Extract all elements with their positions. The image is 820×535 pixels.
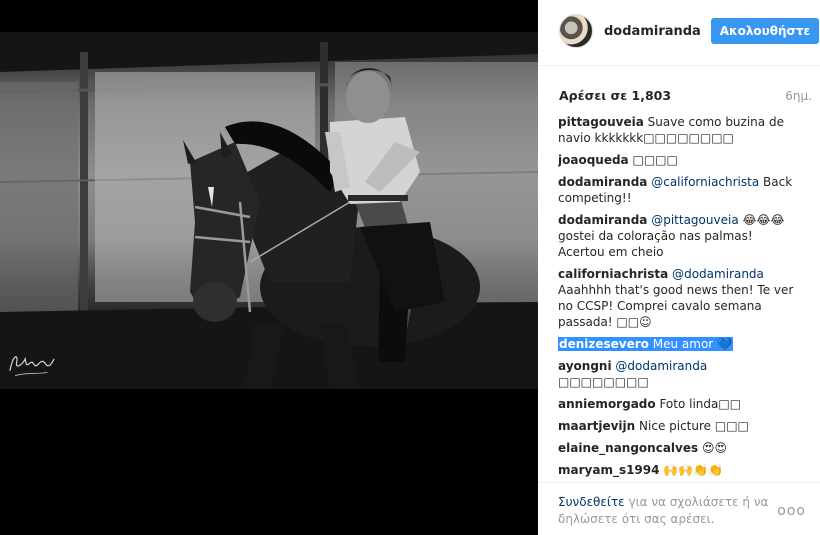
comment-username[interactable]: dodamiranda (558, 213, 647, 227)
post-side-panel: dodamiranda Ακολουθήστε Αρέσει σε 1,803 … (538, 0, 820, 535)
comment-username[interactable]: joaoqueda (558, 153, 629, 167)
comment-row: maryam_s1994 🙌🙌👏👏 (558, 462, 800, 478)
comment-text: Foto linda□□ (659, 397, 742, 411)
comment-row: denizesevero Meu amor 💙 (558, 336, 800, 352)
comment-text: □□□□□□□□ (558, 375, 649, 389)
comment-mention[interactable]: @pittagouveia (651, 213, 738, 227)
follow-button[interactable]: Ακολουθήστε (711, 18, 819, 44)
post-photo[interactable] (0, 32, 538, 389)
comment-row: joaoqueda □□□□ (558, 152, 800, 168)
comment-username[interactable]: californiachrista (558, 267, 668, 281)
login-link[interactable]: Συνδεθείτε (558, 495, 625, 509)
comment-row: pittagouveia Suave como buzina de navio … (558, 114, 800, 146)
comments-list: pittagouveia Suave como buzina de navio … (558, 114, 800, 482)
comment-row: elaine_nangoncalves 😍😍 (558, 440, 800, 456)
comment-username[interactable]: maartjevijn (558, 419, 635, 433)
post-footer: Συνδεθείτε για να σχολιάσετε ή να δηλώσε… (538, 482, 820, 535)
photographer-signature (9, 356, 55, 377)
comment-mention[interactable]: @californiachrista (651, 175, 759, 189)
more-options-icon[interactable]: ooo (777, 503, 806, 519)
likes-count[interactable]: Αρέσει σε 1,803 (559, 88, 671, 103)
comment-row: dodamiranda @pittagouveia 😂😂😂 gostei da … (558, 212, 800, 260)
comment-username[interactable]: pittagouveia (558, 115, 644, 129)
comment-row: dodamiranda @californiachrista Back comp… (558, 174, 800, 206)
comment-row: anniemorgado Foto linda□□ (558, 396, 800, 412)
horse-rider-photo (0, 32, 538, 389)
comment-text: Meu amor 💙 (652, 337, 732, 351)
comment-username[interactable]: anniemorgado (558, 397, 656, 411)
comment-row: maartjevijn Nice picture □□□ (558, 418, 800, 434)
comment-username[interactable]: ayongni (558, 359, 612, 373)
comment-row: californiachrista @dodamiranda Aaahhhh t… (558, 266, 800, 330)
comment-username[interactable]: dodamiranda (558, 175, 647, 189)
comment-mention[interactable]: @dodamiranda (615, 359, 707, 373)
comment-text: Nice picture □□□ (639, 419, 749, 433)
comment-username[interactable]: elaine_nangoncalves (558, 441, 698, 455)
photo-pane (0, 0, 538, 535)
post-time[interactable]: 6ημ. (785, 89, 812, 103)
selected-comment-highlight: denizesevero Meu amor 💙 (558, 337, 733, 351)
comment-text: □□□□ (632, 153, 678, 167)
comment-username[interactable]: maryam_s1994 (558, 463, 659, 477)
login-prompt: Συνδεθείτε για να σχολιάσετε ή να δηλώσε… (558, 494, 778, 528)
comment-text: 🙌🙌👏👏 (663, 463, 724, 477)
avatar[interactable] (559, 14, 593, 48)
comment-mention[interactable]: @dodamiranda (672, 267, 764, 281)
comment-row: ayongni @dodamiranda □□□□□□□□ (558, 358, 800, 390)
comment-username[interactable]: denizesevero (559, 337, 649, 351)
post-header: dodamiranda Ακολουθήστε (538, 0, 820, 66)
comment-text: 😍😍 (701, 441, 727, 455)
comment-text: Aaahhhh that's good news then! Te ver no… (558, 283, 794, 329)
author-username[interactable]: dodamiranda (604, 24, 701, 39)
